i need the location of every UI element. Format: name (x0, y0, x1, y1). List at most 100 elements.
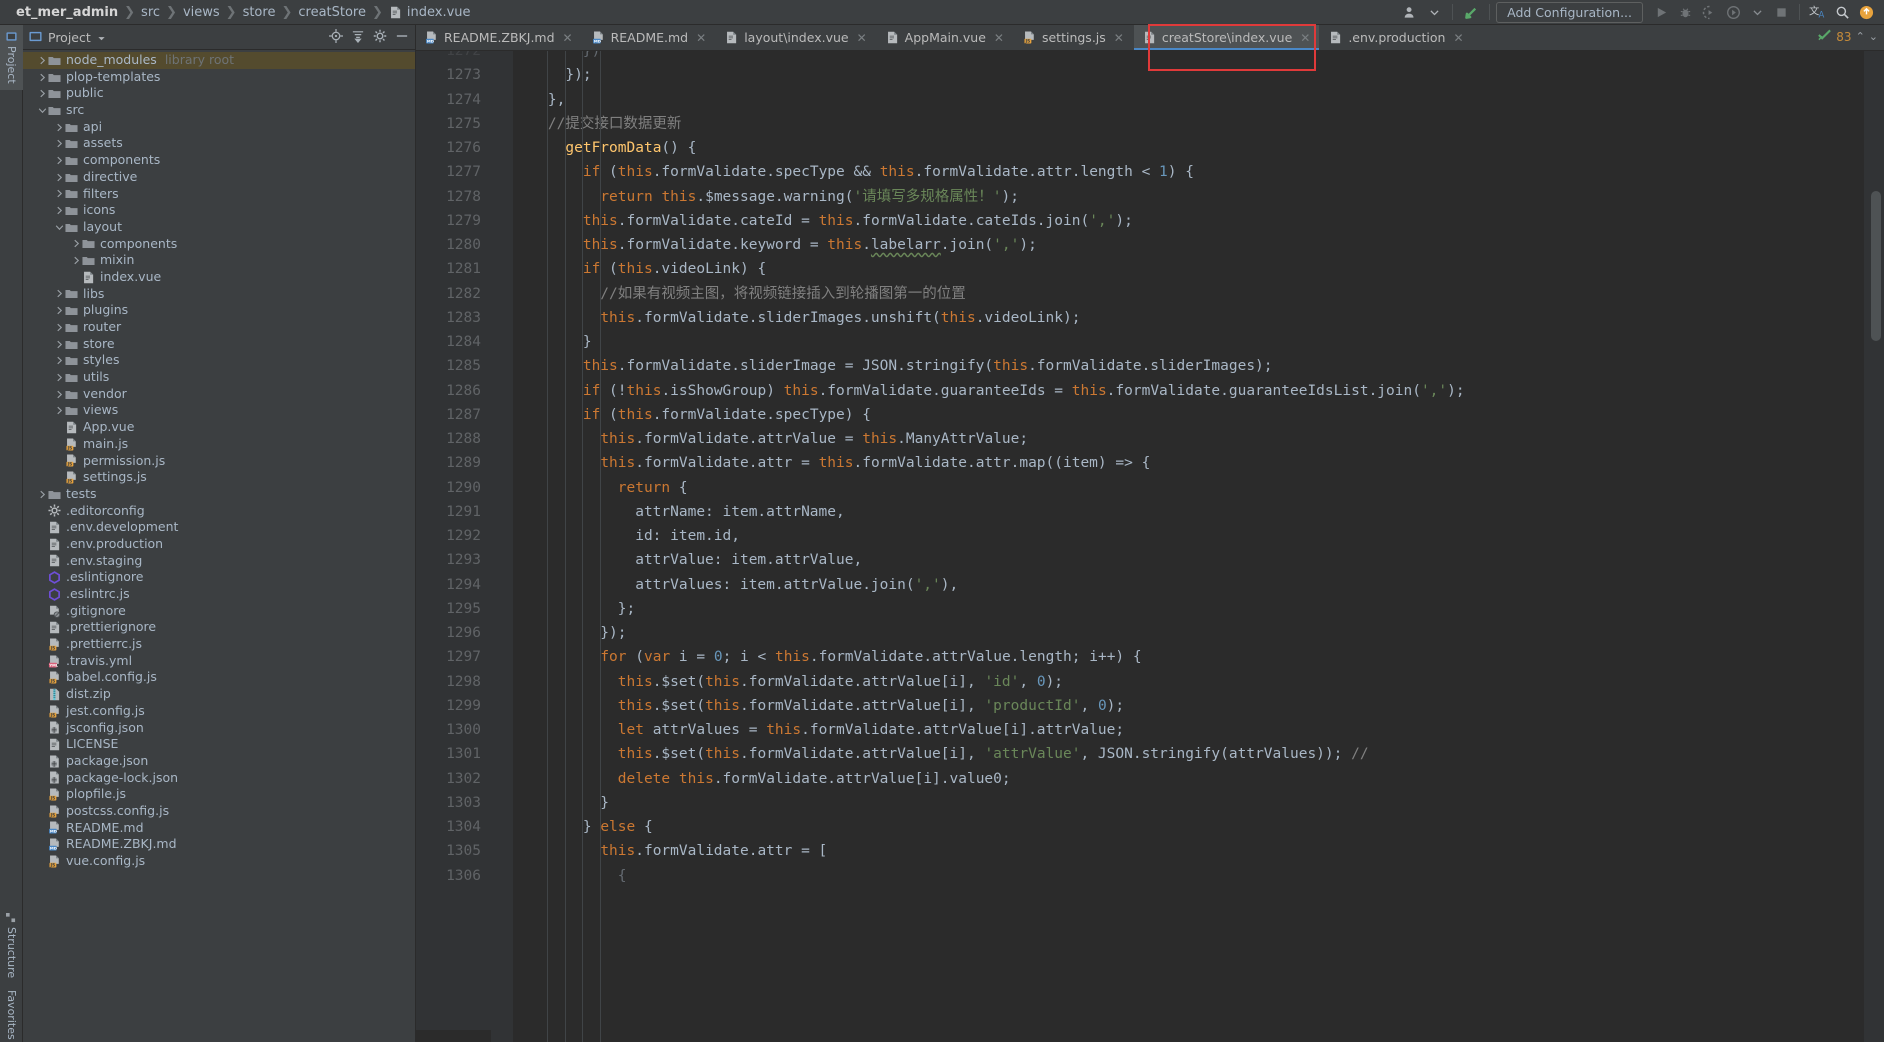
code-line[interactable]: getFromData() { (513, 136, 1864, 160)
tree-item-store[interactable]: store (23, 336, 415, 353)
sidebar-item-project[interactable]: Project (0, 25, 23, 90)
tree-item--env-staging[interactable]: .env.staging (23, 553, 415, 570)
tree-item-utils[interactable]: utils (23, 369, 415, 386)
chevron-right-icon[interactable] (54, 323, 65, 332)
profiler-icon[interactable] (1721, 1, 1745, 23)
editor-tab-creatstore-index-vue[interactable]: creatStore\index.vue ✕ (1133, 25, 1321, 50)
code-line[interactable]: //提交接口数据更新 (513, 112, 1864, 136)
tree-item-plugins[interactable]: plugins (23, 302, 415, 319)
breadcrumb-item-index-vue[interactable]: index.vue (383, 5, 477, 20)
tree-item-babel-config-js[interactable]: JS babel.config.js (23, 669, 415, 686)
expand-collapse-icon[interactable] (351, 28, 365, 47)
code-line[interactable]: id: item.id, (513, 524, 1864, 548)
code-line[interactable]: }) (513, 51, 1864, 63)
chevron-right-icon[interactable] (37, 56, 48, 65)
close-icon[interactable]: ✕ (1300, 31, 1310, 45)
tree-item-components[interactable]: components (23, 152, 415, 169)
editor-marker-bar[interactable] (1864, 51, 1884, 1042)
code-line[interactable]: this.formValidate.sliderImage = JSON.str… (513, 354, 1864, 378)
notification-icon[interactable] (1854, 1, 1878, 23)
chevron-right-icon[interactable] (54, 123, 65, 132)
chevron-down-icon[interactable] (54, 224, 65, 231)
code-line[interactable]: this.$set(this.formValidate.attrValue[i]… (513, 670, 1864, 694)
prev-problem-icon[interactable]: ⌃ (1856, 30, 1865, 43)
inspection-status[interactable]: 83 ⌃ ⌄ (1817, 28, 1878, 45)
tree-item-components[interactable]: components (23, 236, 415, 253)
settings-gear-icon[interactable] (373, 28, 387, 47)
editor-tab-readme-md[interactable]: MD README.md ✕ (583, 25, 717, 50)
profiler-dropdown-icon[interactable] (1745, 1, 1769, 23)
code-line[interactable]: attrValue: item.attrValue, (513, 548, 1864, 572)
tree-item-permission-js[interactable]: JS permission.js (23, 453, 415, 470)
code-line[interactable]: }); (513, 63, 1864, 87)
tree-item--env-production[interactable]: .env.production (23, 536, 415, 553)
tree-item--travis-yml[interactable]: YML .travis.yml (23, 653, 415, 670)
tree-item-directive[interactable]: directive (23, 169, 415, 186)
code-line[interactable]: attrValues: item.attrValue.join(','), (513, 573, 1864, 597)
code-line[interactable]: if (!this.isShowGroup) this.formValidate… (513, 379, 1864, 403)
close-icon[interactable]: ✕ (994, 31, 1004, 45)
project-tree[interactable]: node_modules library root plop-templates pu… (23, 50, 415, 1040)
tree-item-assets[interactable]: assets (23, 135, 415, 152)
tree-item-src[interactable]: src (23, 102, 415, 119)
tree-item-settings-js[interactable]: JS settings.js (23, 469, 415, 486)
code-line[interactable]: if (this.formValidate.specType && this.f… (513, 160, 1864, 184)
close-icon[interactable]: ✕ (1114, 31, 1124, 45)
next-problem-icon[interactable]: ⌄ (1869, 30, 1878, 43)
tree-item-license[interactable]: LICENSE (23, 736, 415, 753)
stop-icon[interactable] (1769, 1, 1793, 23)
tree-item--gitignore[interactable]: .gitignore (23, 603, 415, 620)
run-icon[interactable] (1649, 1, 1673, 23)
tree-item-dist-zip[interactable]: dist.zip (23, 686, 415, 703)
code-line[interactable]: } else { (513, 815, 1864, 839)
gutter-marker-column[interactable] (491, 51, 513, 1042)
tree-item-tests[interactable]: tests (23, 486, 415, 503)
tree-item-postcss-config-js[interactable]: JS postcss.config.js (23, 803, 415, 820)
code-line[interactable]: }); (513, 621, 1864, 645)
code-line[interactable]: for (var i = 0; i < this.formValidate.at… (513, 645, 1864, 669)
code-line[interactable]: this.formValidate.keyword = this.labelar… (513, 233, 1864, 257)
chevron-right-icon[interactable] (54, 206, 65, 215)
code-line[interactable]: } (513, 330, 1864, 354)
code-line[interactable]: this.$set(this.formValidate.attrValue[i]… (513, 742, 1864, 766)
chevron-right-icon[interactable] (54, 156, 65, 165)
tree-item--prettierignore[interactable]: .prettierignore (23, 619, 415, 636)
code-line[interactable]: this.formValidate.cateId = this.formVali… (513, 209, 1864, 233)
sidebar-item-favorites[interactable]: Favorites (0, 984, 23, 1042)
chevron-down-icon[interactable] (97, 28, 106, 47)
code-line[interactable]: attrName: item.attrName, (513, 500, 1864, 524)
breadcrumb-item-creatstore[interactable]: creatStore (292, 5, 372, 20)
tree-item-jsconfig-json[interactable]: jsconfig.json (23, 720, 415, 737)
sidebar-item-structure[interactable]: Structure (0, 907, 23, 984)
tree-item-plop-templates[interactable]: plop-templates (23, 69, 415, 86)
chevron-right-icon[interactable] (54, 356, 65, 365)
code-line[interactable]: delete this.formValidate.attrValue[i].va… (513, 767, 1864, 791)
add-configuration-button[interactable]: Add Configuration... (1496, 1, 1643, 23)
tree-item-package-json[interactable]: package.json (23, 753, 415, 770)
search-everywhere-icon[interactable] (1830, 1, 1854, 23)
editor-tab-appmain-vue[interactable]: AppMain.vue ✕ (877, 25, 1014, 50)
editor-tab-layout-index-vue[interactable]: layout\index.vue ✕ (716, 25, 877, 50)
chevron-right-icon[interactable] (71, 239, 82, 248)
locate-icon[interactable] (329, 28, 343, 47)
code-content[interactable]: }) }); }, //提交接口数据更新 getFromData() { if … (513, 51, 1864, 1042)
tree-item--editorconfig[interactable]: .editorconfig (23, 503, 415, 520)
tree-item-readme-md[interactable]: MD README.md (23, 820, 415, 837)
code-line[interactable]: if (this.videoLink) { (513, 257, 1864, 281)
code-line[interactable]: this.formValidate.attr = this.formValida… (513, 451, 1864, 475)
code-line[interactable]: if (this.formValidate.specType) { (513, 403, 1864, 427)
chevron-right-icon[interactable] (54, 406, 65, 415)
breadcrumb-item-store[interactable]: store (237, 5, 282, 20)
breadcrumb-item-et-mer-admin[interactable]: et_mer_admin (10, 5, 124, 20)
close-icon[interactable]: ✕ (563, 31, 573, 45)
tree-item-router[interactable]: router (23, 319, 415, 336)
update-project-icon[interactable] (1459, 1, 1483, 23)
tree-item-main-js[interactable]: JS main.js (23, 436, 415, 453)
debug-icon[interactable] (1673, 1, 1697, 23)
run-with-coverage-icon[interactable] (1697, 1, 1721, 23)
chevron-down-icon[interactable] (37, 107, 48, 114)
code-line[interactable]: this.formValidate.attr = [ (513, 839, 1864, 863)
code-editor[interactable]: 1272 1273 1274 1275 1276 1277 1278 1279 1280 1281… (416, 51, 1884, 1042)
tree-item-vue-config-js[interactable]: JS vue.config.js (23, 853, 415, 870)
tree-item-plopfile-js[interactable]: JS plopfile.js (23, 786, 415, 803)
